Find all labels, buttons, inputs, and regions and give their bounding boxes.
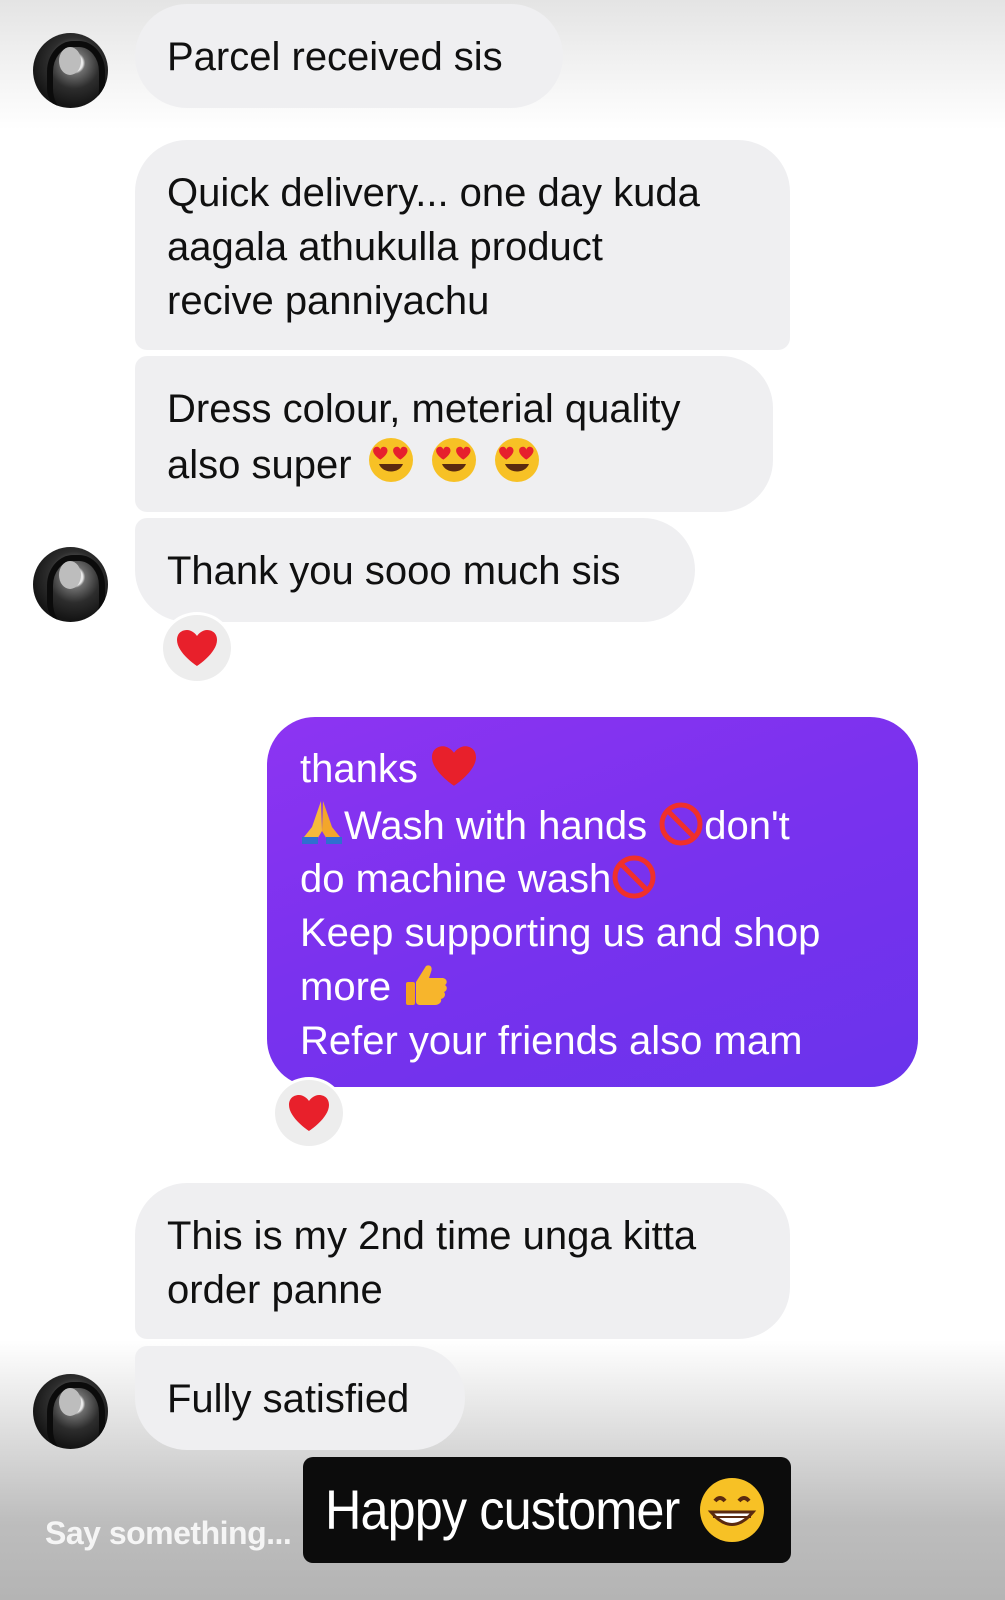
- folded-hands-icon: [302, 800, 342, 844]
- sent-message-care-instructions[interactable]: thanks Wash with hands don't do machine …: [267, 717, 918, 1087]
- message-parcel-received[interactable]: Parcel received sis: [135, 4, 563, 108]
- message-fully-satisfied[interactable]: Fully satisfied: [135, 1346, 465, 1450]
- reply-input[interactable]: Say something...: [45, 1515, 292, 1552]
- heart-reaction-badge[interactable]: [272, 1077, 346, 1149]
- sent-line: thanks: [300, 743, 886, 797]
- heart-eyes-emoji-icon: [431, 438, 476, 482]
- caption-text: Happy customer: [325, 1478, 680, 1541]
- sender-avatar[interactable]: [33, 547, 108, 622]
- sent-line: Wash with hands don't: [300, 797, 886, 854]
- red-heart-icon: [177, 630, 217, 666]
- prohibited-icon: [612, 855, 656, 899]
- message-text: more: [300, 965, 392, 1009]
- message-dress-quality[interactable]: Dress colour, meterial quality also supe…: [135, 356, 773, 512]
- message-text: thanks: [300, 747, 418, 791]
- sender-avatar[interactable]: [33, 33, 108, 108]
- avatar-face: [59, 1388, 81, 1416]
- heart-eyes-emoji-icon: [368, 438, 413, 482]
- sent-line: do machine wash: [300, 853, 886, 907]
- message-text: Quick delivery... one day kuda: [167, 171, 700, 215]
- thumbs-up-icon: [406, 965, 448, 1005]
- message-second-order[interactable]: This is my 2nd time unga kitta order pan…: [135, 1183, 790, 1339]
- heart-eyes-emoji-icon: [494, 438, 539, 482]
- avatar-face: [59, 561, 81, 589]
- message-text: Dress colour, meterial quality: [167, 387, 681, 431]
- message-text: order panne: [167, 1268, 383, 1312]
- message-text: recive panniyachu: [167, 279, 490, 323]
- avatar-face: [59, 47, 81, 75]
- grinning-face-icon: [700, 1478, 764, 1542]
- message-thank-you[interactable]: Thank you sooo much sis: [135, 518, 695, 622]
- message-text: Parcel received sis: [167, 35, 503, 79]
- message-text: Fully satisfied: [167, 1377, 410, 1421]
- heart-reaction-badge[interactable]: [160, 612, 234, 684]
- message-text-with-emoji: also super: [167, 436, 741, 492]
- message-text: aagala athukulla product: [167, 225, 603, 269]
- message-text: Wash with hands: [344, 803, 648, 848]
- sent-line: more: [300, 960, 886, 1015]
- sender-avatar[interactable]: [33, 1374, 108, 1449]
- sent-line: Keep supporting us and shop: [300, 910, 821, 955]
- message-text: do machine wash: [300, 857, 612, 901]
- red-heart-icon: [289, 1095, 329, 1131]
- sent-line: Refer your friends also mam: [300, 1018, 803, 1063]
- message-text: also super: [167, 443, 352, 487]
- message-quick-delivery[interactable]: Quick delivery... one day kuda aagala at…: [135, 140, 790, 350]
- prohibited-icon: [659, 802, 703, 845]
- message-text: don't: [704, 803, 790, 848]
- message-text: This is my 2nd time unga kitta: [167, 1214, 697, 1258]
- message-text: Thank you sooo much sis: [167, 549, 621, 593]
- red-heart-icon: [431, 746, 476, 786]
- story-caption-sticker[interactable]: Happy customer: [303, 1457, 791, 1563]
